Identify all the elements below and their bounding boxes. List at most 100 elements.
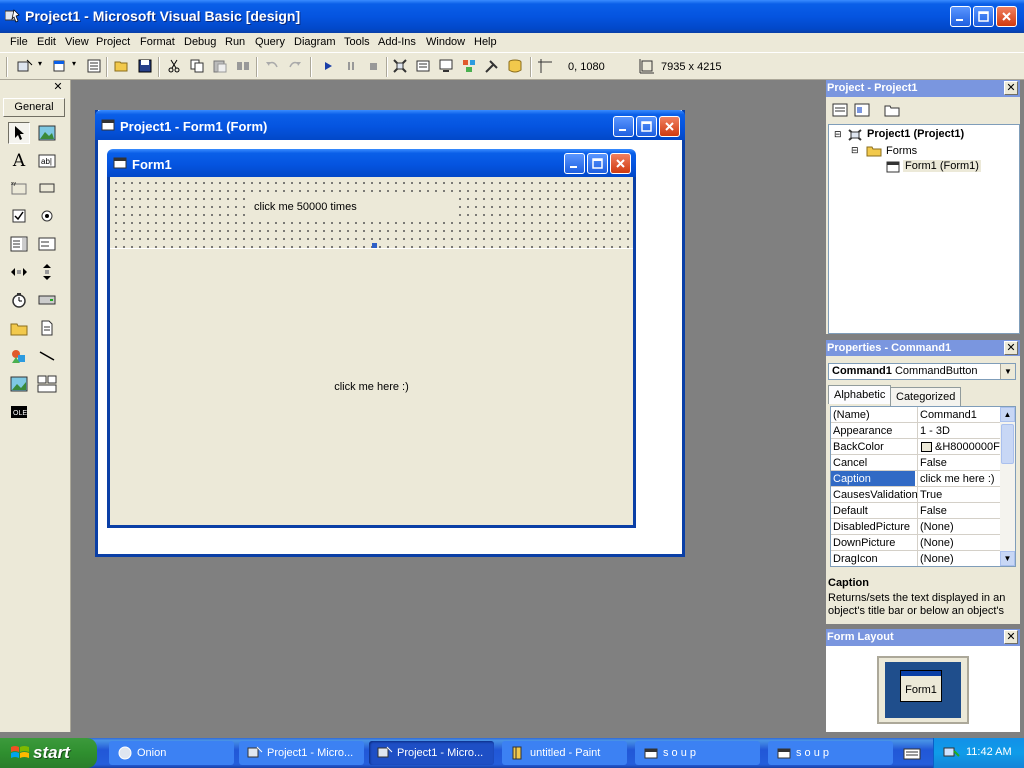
property-value[interactable]: False	[920, 505, 1000, 517]
toolbox-tab-general[interactable]: General	[3, 98, 65, 117]
menu-format[interactable]: Format	[140, 36, 175, 48]
combobox-tool[interactable]	[8, 233, 30, 255]
cut-icon[interactable]	[166, 58, 182, 74]
form-layout-title-bar[interactable]: Form Layout ✕	[826, 629, 1020, 646]
properties-panel-title-bar[interactable]: Properties - Command1 ✕	[826, 340, 1020, 357]
add-form-icon[interactable]	[52, 58, 68, 74]
view-object-icon[interactable]	[854, 102, 870, 118]
image-tool[interactable]	[8, 373, 30, 395]
menu-help[interactable]: Help	[474, 36, 497, 48]
form1-maximize-button[interactable]	[587, 153, 608, 174]
menu-window[interactable]: Window	[426, 36, 465, 48]
checkbox-tool[interactable]	[8, 205, 30, 227]
property-row[interactable]: DisabledPicture (None)	[831, 519, 1001, 535]
property-value[interactable]: (None)	[920, 521, 1000, 533]
tree-collapse-icon[interactable]: ⊟	[834, 129, 842, 140]
menu-view[interactable]: View	[65, 36, 89, 48]
menu-diagram[interactable]: Diagram	[294, 36, 336, 48]
taskbar-item-soup[interactable]: s o u p	[635, 741, 760, 765]
designer-minimize-button[interactable]	[613, 116, 634, 137]
properties-panel-close-icon[interactable]: ✕	[1004, 341, 1018, 355]
object-browser-icon[interactable]	[461, 58, 477, 74]
tree-forms-folder[interactable]: Forms	[886, 145, 917, 157]
form1-close-button[interactable]	[610, 153, 631, 174]
project-panel-title-bar[interactable]: Project - Project1 ✕	[826, 80, 1020, 97]
property-value[interactable]: (None)	[920, 553, 1000, 565]
shape-tool[interactable]	[8, 345, 30, 367]
property-row-selected[interactable]: Caption click me here :)	[831, 471, 1001, 487]
menu-run[interactable]: Run	[225, 36, 245, 48]
dropdown-arrow-icon[interactable]: ▾	[72, 59, 76, 68]
project-panel-close-icon[interactable]: ✕	[1004, 81, 1018, 95]
frame-tool[interactable]: xy	[8, 177, 30, 199]
menu-project[interactable]: Project	[96, 36, 130, 48]
start-button[interactable]: start	[0, 738, 97, 768]
menu-tools[interactable]: Tools	[344, 36, 370, 48]
property-row[interactable]: BackColor &H8000000F	[831, 439, 1001, 455]
drivelistbox-tool[interactable]	[36, 289, 58, 311]
network-icon[interactable]	[942, 745, 960, 761]
project-explorer-icon[interactable]	[392, 58, 408, 74]
hscrollbar-tool[interactable]	[8, 261, 30, 283]
property-row[interactable]: DragIcon (None)	[831, 551, 1001, 566]
maximize-button[interactable]	[973, 6, 994, 27]
property-row[interactable]: DownPicture (None)	[831, 535, 1001, 551]
copy-icon[interactable]	[189, 58, 205, 74]
open-folder-icon[interactable]	[114, 58, 130, 74]
view-code-icon[interactable]	[832, 102, 848, 118]
form1-minimize-button[interactable]	[564, 153, 585, 174]
property-row[interactable]: Cancel False	[831, 455, 1001, 471]
designer-maximize-button[interactable]	[636, 116, 657, 137]
timer-tool[interactable]	[8, 289, 30, 311]
property-value[interactable]: &H8000000F	[920, 441, 1000, 453]
line-tool[interactable]	[36, 345, 58, 367]
close-button[interactable]	[996, 6, 1017, 27]
dropdown-arrow-icon[interactable]: ▾	[38, 59, 42, 68]
property-value[interactable]: 1 - 3D	[920, 425, 1000, 437]
form-layout-close-icon[interactable]: ✕	[1004, 630, 1018, 644]
designer-title-bar[interactable]: Project1 - Form1 (Form)	[95, 110, 685, 140]
keyboard-icon[interactable]	[903, 745, 921, 761]
property-value[interactable]: True	[920, 489, 1000, 501]
vscrollbar-tool[interactable]	[36, 261, 58, 283]
textbox-tool[interactable]: ab|	[36, 150, 58, 172]
data-tool[interactable]	[36, 373, 58, 395]
toggle-folders-icon[interactable]	[884, 102, 900, 118]
object-selector[interactable]: Command1 CommandButton ▼	[828, 363, 1016, 380]
form1-layout-preview[interactable]: Form1	[900, 670, 942, 702]
redo-icon[interactable]	[287, 58, 303, 74]
tree-collapse-icon[interactable]: ⊟	[851, 145, 859, 156]
clock[interactable]: 11:42 AM	[966, 746, 1012, 758]
tab-categorized[interactable]: Categorized	[890, 387, 962, 406]
minimize-button[interactable]	[950, 6, 971, 27]
menu-edit[interactable]: Edit	[37, 36, 56, 48]
scroll-down-icon[interactable]: ▼	[1000, 551, 1015, 566]
resize-handle[interactable]	[372, 243, 377, 248]
taskbar-item-onion[interactable]: Onion	[109, 741, 234, 765]
property-row[interactable]: (Name) Command1	[831, 407, 1001, 423]
property-value[interactable]: False	[920, 457, 1000, 469]
scroll-thumb[interactable]	[1001, 424, 1014, 464]
filelistbox-tool[interactable]	[36, 317, 58, 339]
toolbar-grip[interactable]	[6, 57, 8, 77]
commandbutton-tool[interactable]	[36, 177, 58, 199]
form-layout-icon[interactable]	[438, 58, 454, 74]
property-value[interactable]: click me here :)	[920, 473, 1000, 485]
label1-control[interactable]: click me 50000 times	[248, 196, 454, 220]
toolbox-icon[interactable]	[484, 58, 500, 74]
form1-title-bar[interactable]: Form1	[107, 149, 636, 177]
data-view-icon[interactable]	[507, 58, 523, 74]
designer-close-button[interactable]	[659, 116, 680, 137]
save-icon[interactable]	[137, 58, 153, 74]
label-tool[interactable]: A	[8, 150, 30, 172]
taskbar-item-soup-2[interactable]: s o u p	[768, 741, 893, 765]
start-icon[interactable]	[320, 58, 336, 74]
find-icon[interactable]	[235, 58, 251, 74]
menu-query[interactable]: Query	[255, 36, 285, 48]
tab-alphabetic[interactable]: Alphabetic	[828, 385, 892, 404]
menu-debug[interactable]: Debug	[184, 36, 216, 48]
property-scrollbar[interactable]: ▲ ▼	[1000, 407, 1015, 566]
property-value[interactable]: (None)	[920, 537, 1000, 549]
menu-add-ins[interactable]: Add-Ins	[378, 36, 416, 48]
chevron-down-icon[interactable]: ▼	[1000, 364, 1015, 379]
